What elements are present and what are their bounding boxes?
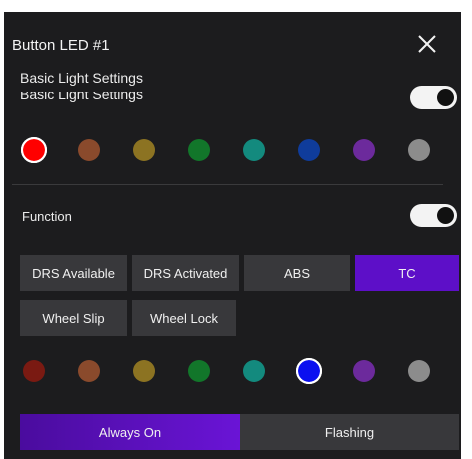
button-label: ABS bbox=[283, 265, 310, 281]
toggle-knob bbox=[437, 89, 454, 106]
function-color-swatch[interactable] bbox=[23, 360, 45, 382]
function-color-swatch[interactable] bbox=[408, 360, 430, 382]
basic-light-toggle[interactable] bbox=[410, 86, 457, 109]
basic-section-title: Basic Light Settings bbox=[20, 70, 143, 86]
function-color-swatch[interactable] bbox=[188, 360, 210, 382]
function-toggle[interactable] bbox=[410, 204, 457, 227]
function-button-drs-available[interactable]: DRS Available bbox=[20, 255, 127, 291]
basic-section-label-clipped: Basic Light Settings bbox=[20, 92, 143, 102]
basic-color-swatch[interactable] bbox=[408, 139, 430, 161]
basic-color-swatch[interactable] bbox=[243, 139, 265, 161]
function-button-drs-activated[interactable]: DRS Activated bbox=[132, 255, 239, 291]
function-button-tc[interactable]: TC bbox=[355, 255, 459, 291]
basic-color-swatch[interactable] bbox=[188, 139, 210, 161]
function-color-swatch[interactable] bbox=[243, 360, 265, 382]
button-label: DRS Activated bbox=[143, 265, 228, 281]
basic-color-swatch[interactable] bbox=[133, 139, 155, 161]
function-color-swatch[interactable] bbox=[296, 358, 322, 384]
section-divider bbox=[12, 184, 443, 185]
basic-color-swatch[interactable] bbox=[21, 137, 47, 163]
mode-always-on-button[interactable]: Always On bbox=[20, 414, 240, 450]
basic-color-swatch[interactable] bbox=[78, 139, 100, 161]
button-label: TC bbox=[398, 265, 416, 281]
mode-label: Flashing bbox=[324, 424, 375, 440]
button-label: Wheel Lock bbox=[150, 310, 218, 326]
button-label: DRS Available bbox=[32, 265, 115, 281]
function-color-swatch[interactable] bbox=[353, 360, 375, 382]
function-color-swatch[interactable] bbox=[133, 360, 155, 382]
function-color-swatch[interactable] bbox=[78, 360, 100, 382]
function-button-wheel-lock[interactable]: Wheel Lock bbox=[132, 300, 236, 336]
led-settings-panel: Button LED #1 Basic Light Settings Basic… bbox=[4, 12, 461, 459]
function-label: Function bbox=[22, 209, 72, 224]
panel-title: Button LED #1 bbox=[12, 37, 110, 54]
mode-label: Always On bbox=[98, 424, 162, 440]
function-button-wheel-slip[interactable]: Wheel Slip bbox=[20, 300, 127, 336]
function-button-abs[interactable]: ABS bbox=[244, 255, 350, 291]
basic-color-swatch[interactable] bbox=[353, 139, 375, 161]
button-label: Wheel Slip bbox=[42, 310, 105, 326]
mode-flashing-button[interactable]: Flashing bbox=[240, 414, 459, 450]
toggle-knob bbox=[437, 207, 454, 224]
close-icon[interactable] bbox=[417, 34, 437, 54]
basic-color-swatch[interactable] bbox=[298, 139, 320, 161]
